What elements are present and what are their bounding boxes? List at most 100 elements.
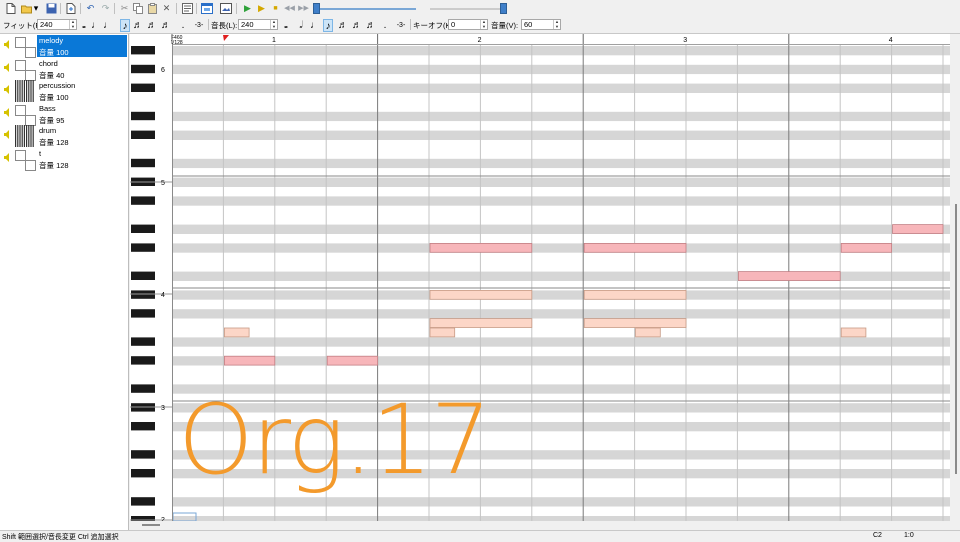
black-key[interactable] <box>131 290 155 299</box>
solo-checkbox[interactable] <box>25 47 36 58</box>
sixteenth-note-length-icon[interactable]: ♬ <box>338 19 348 32</box>
solo-checkbox[interactable] <box>25 114 36 126</box>
track-row[interactable]: Bass 音量 95 <box>0 103 128 126</box>
solo-checkbox[interactable] <box>25 69 36 81</box>
melody-note[interactable] <box>224 355 276 366</box>
track-row[interactable]: chord 音量 40 <box>0 58 128 81</box>
whole-note-fit-icon[interactable]: 𝅝 <box>79 19 89 32</box>
black-key[interactable] <box>131 46 155 55</box>
track-row[interactable]: drum 音量 128 <box>0 125 128 147</box>
black-key[interactable] <box>131 271 155 280</box>
measure-ruler[interactable]: F460 V128 1 2 3 4 <box>170 34 950 46</box>
black-key[interactable] <box>131 83 155 92</box>
melody-note[interactable] <box>326 355 378 366</box>
speaker-icon[interactable] <box>4 62 11 72</box>
black-key[interactable] <box>131 450 155 459</box>
stop-icon[interactable]: ■ <box>269 2 282 15</box>
cut-icon[interactable]: ✂ <box>118 2 131 15</box>
delete-icon[interactable]: ✕ <box>160 2 173 15</box>
triplet-length-icon[interactable]: -3- <box>394 19 408 32</box>
copy-icon[interactable] <box>132 2 145 15</box>
track-settings-icon[interactable] <box>181 2 194 15</box>
speaker-icon[interactable] <box>4 107 11 117</box>
speaker-icon[interactable] <box>4 85 11 94</box>
new-file-icon[interactable] <box>4 2 17 15</box>
export-icon[interactable] <box>64 2 77 15</box>
play-icon[interactable]: ▶ <box>241 2 254 15</box>
triplet-fit-icon[interactable]: -3- <box>192 19 206 32</box>
black-key[interactable] <box>131 224 155 233</box>
thirtysecond-note-length-icon[interactable]: ♬ <box>352 19 362 32</box>
chord-note[interactable] <box>429 289 533 300</box>
melody-note[interactable] <box>583 242 687 253</box>
dot-length-icon[interactable]: . <box>380 19 390 32</box>
open-folder-icon[interactable] <box>20 2 33 15</box>
black-key[interactable] <box>131 64 155 74</box>
thirtysecond-note-fit-icon[interactable]: ♬ <box>147 19 157 32</box>
chord-note[interactable] <box>635 327 661 338</box>
volume-spinner-arrows-icon[interactable]: ▲ ▼ <box>553 19 560 29</box>
track-row[interactable]: percussion 音量 100 <box>0 80 128 102</box>
chord-note[interactable] <box>224 327 250 338</box>
master-volume-thumb[interactable] <box>500 3 507 14</box>
sixtyfourth-note-fit-icon[interactable]: ♬ <box>161 19 171 32</box>
black-key[interactable] <box>131 356 155 365</box>
chord-note[interactable] <box>429 318 533 328</box>
dot-fit-icon[interactable]: . <box>178 19 188 32</box>
horizontal-scrollbar-thumb[interactable] <box>142 524 160 526</box>
speaker-icon[interactable] <box>4 40 11 49</box>
black-key[interactable] <box>131 337 155 346</box>
fit-spinner-arrows-icon[interactable]: ▲ ▼ <box>69 19 76 29</box>
redo-icon[interactable]: ↷ <box>99 2 112 15</box>
solo-checkbox[interactable] <box>25 159 36 171</box>
master-volume-slider[interactable] <box>430 8 506 10</box>
black-key[interactable] <box>131 130 155 139</box>
eighth-note-fit-icon[interactable]: ♪ <box>120 19 130 32</box>
playback-position-slider[interactable] <box>314 8 416 10</box>
paste-icon[interactable] <box>146 2 159 15</box>
fast-forward-icon[interactable]: ▶▶ <box>297 2 310 15</box>
length-spinner-arrows-icon[interactable]: ▲ ▼ <box>270 19 277 29</box>
chord-note[interactable] <box>429 327 456 338</box>
chord-note[interactable] <box>583 289 687 300</box>
eighth-note-length-icon[interactable]: ♪ <box>323 19 333 32</box>
melody-note[interactable] <box>840 242 893 253</box>
dropdown-arrow-icon[interactable]: ▾ <box>33 2 39 15</box>
black-key[interactable] <box>131 158 155 168</box>
melody-note[interactable] <box>429 242 533 253</box>
sixteenth-note-fit-icon[interactable]: ♬ <box>133 19 143 32</box>
length-input[interactable]: 240 ▲ ▼ <box>238 19 278 30</box>
black-key[interactable] <box>131 422 155 431</box>
undo-icon[interactable]: ↶ <box>84 2 97 15</box>
piano-keyboard[interactable]: 65432 <box>130 44 173 525</box>
whole-note-length-icon[interactable]: 𝅝 <box>281 19 291 32</box>
black-key[interactable] <box>131 384 155 393</box>
half-note-fit-icon[interactable]: ♩ <box>91 19 101 32</box>
black-key[interactable] <box>131 497 155 506</box>
chord-note[interactable] <box>840 327 867 338</box>
black-key[interactable] <box>131 196 155 205</box>
speaker-icon[interactable] <box>4 152 11 162</box>
keyoff-spinner-arrows-icon[interactable]: ▲ ▼ <box>480 19 487 29</box>
sixtyfourth-note-length-icon[interactable]: ♬ <box>366 19 376 32</box>
vertical-scrollbar-thumb[interactable] <box>955 204 957 474</box>
black-key[interactable] <box>131 309 155 318</box>
black-key[interactable] <box>131 111 155 121</box>
rewind-icon[interactable]: ◀◀ <box>283 2 296 15</box>
speaker-icon[interactable] <box>4 130 11 139</box>
black-key[interactable] <box>131 243 155 252</box>
image-icon[interactable] <box>219 2 232 15</box>
melody-note[interactable] <box>892 224 944 234</box>
quarter-note-length-icon[interactable]: ♩ <box>310 19 320 32</box>
quarter-note-fit-icon[interactable]: ♩ <box>103 19 113 32</box>
black-key[interactable] <box>131 469 155 478</box>
melody-note[interactable] <box>738 271 841 281</box>
save-icon[interactable] <box>45 2 58 15</box>
track-row[interactable]: melody 音量 100 <box>0 35 128 58</box>
fit-input[interactable]: 240 ▲ ▼ <box>37 19 77 30</box>
window-icon[interactable] <box>200 2 213 15</box>
half-note-length-icon[interactable]: 𝅗𝅥 <box>296 19 306 32</box>
play-from-start-icon[interactable]: ▶ <box>255 2 268 15</box>
keyoff-input[interactable]: 0 ▲ ▼ <box>448 19 488 30</box>
horizontal-scrollbar[interactable] <box>130 521 950 530</box>
